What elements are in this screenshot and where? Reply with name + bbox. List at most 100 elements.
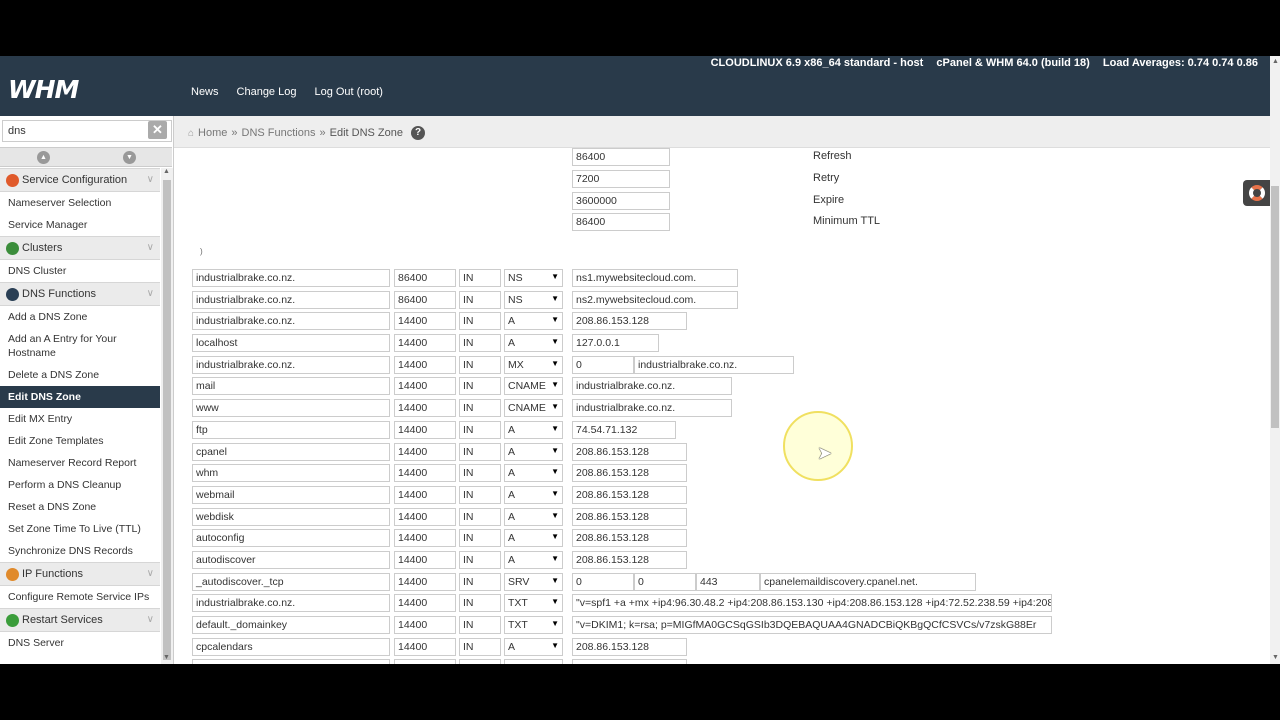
chevron-down-icon[interactable]: ∨ bbox=[147, 609, 154, 631]
chevron-down-icon[interactable]: ∨ bbox=[147, 169, 154, 191]
help-icon[interactable]: ? bbox=[411, 126, 425, 140]
dropdown-arrow-icon[interactable]: ▼ bbox=[551, 641, 559, 650]
record-type-select[interactable]: NS ▼ bbox=[504, 290, 563, 309]
record-data-input[interactable]: 208.86.153.128 bbox=[572, 637, 687, 656]
record-name-input[interactable]: default._domainkey bbox=[192, 616, 390, 634]
record-type-select[interactable]: NS ▼ bbox=[504, 269, 563, 287]
record-class-input[interactable]: IN bbox=[459, 399, 501, 418]
record-type-select[interactable]: MX ▼ bbox=[504, 355, 563, 374]
dropdown-arrow-icon[interactable]: ▼ bbox=[551, 662, 559, 664]
breadcrumb-home-link[interactable]: Home bbox=[198, 127, 227, 139]
chevron-down-icon[interactable]: ∨ bbox=[147, 283, 154, 305]
record-class-input[interactable]: IN bbox=[459, 464, 501, 483]
record-name-input[interactable]: webmail bbox=[192, 485, 390, 504]
record-ttl-input[interactable]: 14400 bbox=[394, 442, 456, 461]
record-ttl-input[interactable]: 14400 bbox=[394, 616, 456, 634]
record-class-input[interactable]: IN bbox=[459, 529, 501, 548]
sidebar-group-service-configuration[interactable]: Service Configuration ∨ bbox=[0, 168, 160, 192]
record-name-input[interactable]: industrialbrake.co.nz. bbox=[192, 290, 390, 309]
record-class-input[interactable]: IN bbox=[459, 420, 501, 439]
expand-down-icon[interactable]: ▼ bbox=[123, 151, 136, 164]
record-data-input[interactable]: 208.86.153.128 bbox=[572, 464, 687, 483]
record-name-input[interactable]: cpanel bbox=[192, 442, 390, 461]
soa-value-input[interactable]: 86400 bbox=[572, 213, 670, 231]
record-class-input[interactable]: IN bbox=[459, 269, 501, 287]
support-lifebuoy-icon[interactable] bbox=[1243, 180, 1271, 206]
scroll-up-arrow-icon[interactable]: ▲ bbox=[163, 168, 170, 175]
record-name-input[interactable]: ftp bbox=[192, 420, 390, 439]
sidebar-item-perform-a-dns-cleanup[interactable]: Perform a DNS Cleanup bbox=[0, 474, 160, 496]
record-class-input[interactable]: IN bbox=[459, 312, 501, 331]
record-name-input[interactable]: industrialbrake.co.nz. bbox=[192, 355, 390, 374]
record-type-select[interactable]: CNAME ▼ bbox=[504, 377, 563, 396]
record-class-input[interactable]: IN bbox=[459, 442, 501, 461]
record-data-input[interactable]: ns2.mywebsitecloud.com. bbox=[572, 290, 738, 309]
nav-logout-link[interactable]: Log Out (root) bbox=[314, 86, 382, 98]
record-name-input[interactable]: industrialbrake.co.nz. bbox=[192, 594, 390, 613]
sidebar-item-add-a-dns-zone[interactable]: Add a DNS Zone bbox=[0, 306, 160, 328]
record-ttl-input[interactable]: 86400 bbox=[394, 290, 456, 309]
record-name-input[interactable]: autoconfig bbox=[192, 529, 390, 548]
record-name-input[interactable] bbox=[192, 659, 390, 664]
dropdown-arrow-icon[interactable]: ▼ bbox=[551, 315, 559, 324]
record-type-select[interactable]: A▼ bbox=[504, 550, 563, 569]
record-data-input[interactable]: industrialbrake.co.nz. bbox=[572, 377, 732, 396]
record-ttl-input[interactable]: 14400 bbox=[394, 637, 456, 656]
record-data-input[interactable]: 127.0.0.1 bbox=[572, 334, 659, 353]
dropdown-arrow-icon[interactable]: ▼ bbox=[551, 446, 559, 455]
record-type-select[interactable]: A▼ bbox=[504, 485, 563, 504]
record-ttl-input[interactable]: 14400 bbox=[394, 399, 456, 418]
record-data-input[interactable]: "v=DKIM1; k=rsa; p=MIGfMA0GCSqGSIb3DQEBA… bbox=[572, 616, 1052, 634]
record-class-input[interactable]: IN bbox=[459, 616, 501, 634]
dropdown-arrow-icon[interactable]: ▼ bbox=[551, 467, 559, 476]
record-ttl-input[interactable]: 14400 bbox=[394, 420, 456, 439]
record-type-select[interactable]: A▼ bbox=[504, 507, 563, 526]
record-data-input[interactable]: ns1.mywebsitecloud.com. bbox=[572, 269, 738, 287]
record-ttl-input[interactable]: 14400 bbox=[394, 594, 456, 613]
record-type-select[interactable]: A▼ bbox=[504, 312, 563, 331]
record-name-input[interactable]: autodiscover bbox=[192, 550, 390, 569]
record-class-input[interactable]: IN bbox=[459, 594, 501, 613]
record-class-input[interactable]: IN bbox=[459, 377, 501, 396]
record-ttl-input[interactable]: 14400 bbox=[394, 355, 456, 374]
record-class-input[interactable]: IN bbox=[459, 290, 501, 309]
sidebar-item-configure-remote-service-ips[interactable]: Configure Remote Service IPs bbox=[0, 586, 160, 608]
page-scroll-down-icon[interactable]: ▼ bbox=[1272, 654, 1279, 661]
page-scrollbar[interactable]: ▲ ▼ bbox=[1270, 56, 1280, 664]
record-name-input[interactable]: _autodiscover._tcp bbox=[192, 572, 390, 591]
dropdown-arrow-icon[interactable]: ▼ bbox=[551, 359, 559, 368]
record-data-input[interactable]: 208.86.153.128 bbox=[572, 507, 687, 526]
record-ttl-input[interactable]: 14400 bbox=[394, 377, 456, 396]
sidebar-item-dns-cluster[interactable]: DNS Cluster bbox=[0, 260, 160, 282]
record-data-input[interactable]: 208.86.153.128 bbox=[572, 529, 687, 548]
soa-value-input[interactable]: 3600000 bbox=[572, 191, 670, 210]
dropdown-arrow-icon[interactable]: ▼ bbox=[551, 597, 559, 606]
dropdown-arrow-icon[interactable]: ▼ bbox=[551, 337, 559, 346]
record-class-input[interactable]: IN bbox=[459, 572, 501, 591]
record-type-select[interactable]: CNAME ▼ bbox=[504, 399, 563, 418]
record-name-input[interactable]: whm bbox=[192, 464, 390, 483]
soa-value-input[interactable]: 7200 bbox=[572, 170, 670, 188]
record-type-select[interactable]: SRV ▼ bbox=[504, 572, 563, 591]
sidebar-group-clusters[interactable]: Clusters ∨ bbox=[0, 236, 160, 260]
record-type-select[interactable]: TXT ▼ bbox=[504, 616, 563, 634]
sidebar-scrollbar[interactable]: ▲ ▼ bbox=[161, 168, 173, 664]
record-data-input[interactable]: 443 bbox=[696, 572, 760, 591]
record-data-input[interactable]: 74.54.71.132 bbox=[572, 420, 676, 439]
record-data-input[interactable]: 208.86.153.128 bbox=[572, 659, 687, 664]
record-data-input[interactable]: industrialbrake.co.nz. bbox=[634, 355, 794, 374]
record-data-input[interactable]: 208.86.153.128 bbox=[572, 550, 687, 569]
record-ttl-input[interactable]: 14400 bbox=[394, 507, 456, 526]
sidebar-item-service-manager[interactable]: Service Manager bbox=[0, 214, 160, 236]
dropdown-arrow-icon[interactable]: ▼ bbox=[551, 619, 559, 628]
sidebar-item-set-zone-time-to-live-ttl[interactable]: Set Zone Time To Live (TTL) bbox=[0, 518, 160, 540]
record-type-select[interactable]: A▼ bbox=[504, 529, 563, 548]
record-type-select[interactable]: TXT ▼ bbox=[504, 594, 563, 613]
record-ttl-input[interactable]: 14400 bbox=[394, 485, 456, 504]
record-type-select[interactable]: A▼ bbox=[504, 420, 563, 439]
dropdown-arrow-icon[interactable]: ▼ bbox=[551, 380, 559, 389]
page-scroll-thumb[interactable] bbox=[1271, 186, 1279, 428]
dropdown-arrow-icon[interactable]: ▼ bbox=[551, 272, 559, 281]
record-data-input[interactable]: cpanelemaildiscovery.cpanel.net. bbox=[760, 572, 976, 591]
sidebar-item-edit-zone-templates[interactable]: Edit Zone Templates bbox=[0, 430, 160, 452]
